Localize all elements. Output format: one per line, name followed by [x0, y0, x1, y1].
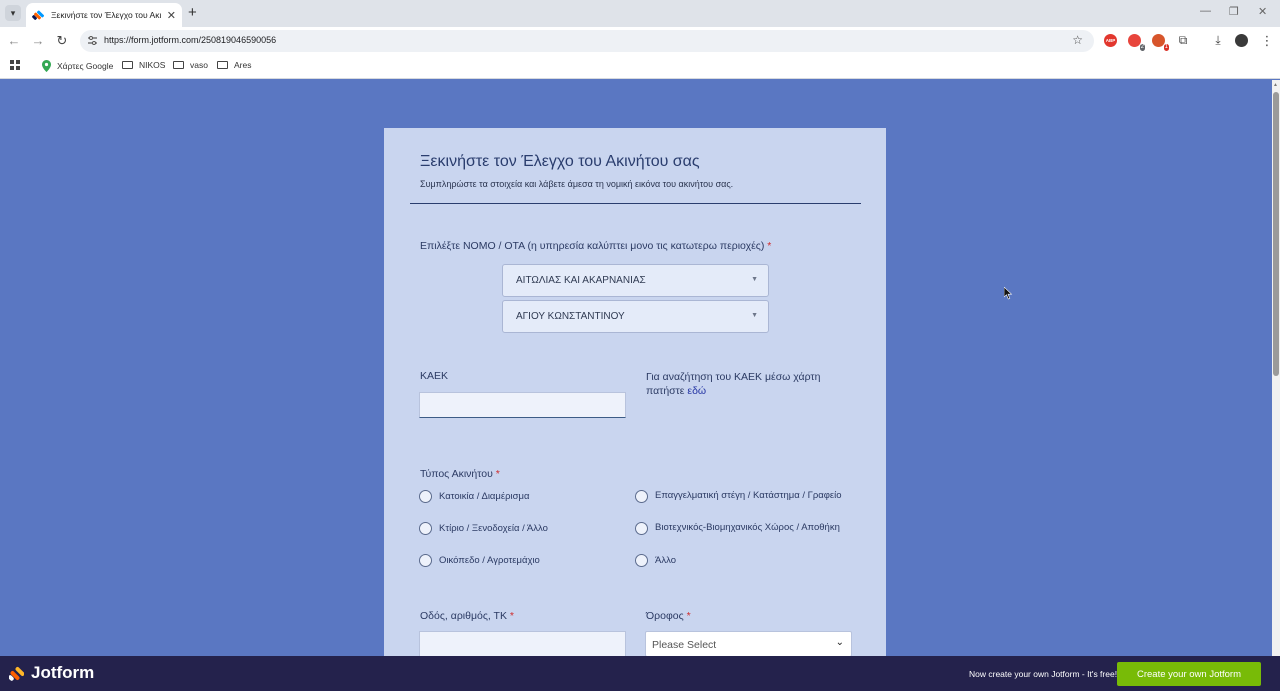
create-jotform-button[interactable]: Create your own Jotform [1117, 662, 1261, 686]
tab-close-icon[interactable]: ✕ [167, 9, 176, 22]
bookmark-folder-ares[interactable]: Ares [217, 60, 251, 70]
radio-label-plot: Οικόπεδο / Αγροτεμάχιο [439, 555, 540, 566]
tab-list-button[interactable]: ▾ [5, 5, 21, 21]
nomos-select-value: ΑΙΤΩΛΙΑΣ ΚΑΙ ΑΚΑΡΝΑΝΙΑΣ [516, 275, 646, 286]
jotform-favicon-icon [32, 10, 44, 20]
floor-select[interactable]: Please Select ⌄ [645, 631, 852, 657]
scroll-up-icon[interactable]: ▲ [1273, 82, 1278, 88]
region-label: Επιλέξτε ΝΟΜΟ / ΟΤΑ (η υπηρεσία καλύπτει… [420, 240, 771, 252]
bookmark-label: NIKOS [139, 60, 166, 70]
required-mark: * [495, 468, 500, 480]
kaek-help-label: Για αναζήτηση του ΚΑΕΚ μέσω χάρτη πατήστ… [646, 371, 821, 397]
maps-pin-icon [42, 60, 51, 72]
address-label: Οδός, αριθμός, ΤΚ * [420, 610, 514, 622]
required-mark: * [509, 610, 514, 622]
site-info-icon[interactable] [87, 35, 98, 46]
kaek-map-link[interactable]: εδώ [687, 385, 706, 397]
extension-icon[interactable]: 2 [1128, 34, 1145, 51]
ota-select[interactable]: ΑΓΙΟΥ ΚΩΝΣΤΑΝΤΙΝΟΥ ▼ [502, 300, 769, 333]
bookmark-label: Χάρτες Google [57, 61, 114, 71]
kaek-help-text: Για αναζήτηση του ΚΑΕΚ μέσω χάρτη πατήστ… [646, 370, 856, 398]
ota-select-value: ΑΓΙΟΥ ΚΩΝΣΤΑΝΤΙΝΟΥ [516, 311, 625, 322]
dropdown-arrow-icon: ▼ [751, 312, 758, 319]
kaek-label: ΚΑΕΚ [420, 370, 449, 382]
header-divider [410, 203, 861, 204]
tab-bar: ▾ Ξεκινήστε τον Έλεγχο του Ακινή ✕ + — ❐… [0, 0, 1280, 27]
bookmarks-bar: Χάρτες Google NIKOS vaso Ares [0, 55, 1280, 79]
radio-option-plot[interactable] [419, 554, 432, 567]
close-window-icon[interactable]: ✕ [1258, 5, 1267, 18]
scrollbar-thumb[interactable] [1273, 92, 1279, 376]
radio-option-residence[interactable] [419, 490, 432, 503]
bookmark-label: vaso [190, 60, 208, 70]
chevron-down-icon: ⌄ [835, 637, 844, 648]
menu-kebab-icon[interactable]: ⋮ [1259, 33, 1275, 49]
adblock-label: ABP [1105, 38, 1116, 43]
radio-option-building[interactable] [419, 522, 432, 535]
floor-label-text: Όροφος [646, 610, 684, 622]
forward-icon[interactable]: → [30, 33, 46, 48]
radio-label-other: Άλλο [655, 555, 676, 566]
dropdown-arrow-icon: ▼ [751, 276, 758, 283]
required-mark: * [767, 240, 772, 252]
region-label-text: Επιλέξτε ΝΟΜΟ / ΟΤΑ (η υπηρεσία καλύπτει… [420, 240, 765, 252]
kaek-input[interactable] [419, 392, 626, 418]
bookmark-maps[interactable]: Χάρτες Google [42, 60, 113, 72]
folder-icon [217, 61, 228, 69]
browser-toolbar: ← → ↻ https://form.jotform.com/250819046… [0, 27, 1280, 55]
required-mark: * [686, 610, 691, 622]
jotform-logo-text[interactable]: Jotform [31, 663, 94, 683]
jotform-promo-bar: Jotform Now create your own Jotform - It… [0, 656, 1280, 691]
new-tab-icon[interactable]: + [188, 4, 197, 21]
extension-icon[interactable]: 1 [1152, 34, 1169, 51]
bookmark-folder-vaso[interactable]: vaso [173, 60, 208, 70]
form-title: Ξεκινήστε τον Έλεγχο του Ακινήτου σας [420, 153, 700, 170]
radio-label-industrial: Βιοτεχνικός-Βιομηχανικός Χώρος / Αποθήκη [655, 522, 840, 533]
radio-option-other[interactable] [635, 554, 648, 567]
jotform-logo-icon[interactable] [9, 665, 24, 682]
jotform-promo-text: Now create your own Jotform - It's free! [969, 669, 1118, 679]
bookmark-label: Ares [234, 60, 252, 70]
apps-grid-icon[interactable] [10, 60, 21, 71]
radio-option-business[interactable] [635, 490, 648, 503]
folder-icon [173, 61, 184, 69]
radio-option-industrial[interactable] [635, 522, 648, 535]
tab-title: Ξεκινήστε τον Έλεγχο του Ακινή [51, 10, 161, 20]
minimize-icon[interactable]: — [1200, 5, 1211, 17]
form-subtitle: Συμπληρώστε τα στοιχεία και λάβετε άμεσα… [420, 179, 734, 189]
bookmark-folder-nikos[interactable]: NIKOS [122, 60, 165, 70]
extension-badge: 1 [1163, 44, 1169, 51]
extension-badge: 2 [1139, 44, 1145, 51]
address-bar[interactable]: https://form.jotform.com/250819046590056… [80, 30, 1094, 52]
adblock-extension-icon[interactable]: ABP [1104, 34, 1117, 47]
radio-label-business: Επαγγελματική στέγη / Κατάστημα / Γραφεί… [655, 490, 842, 501]
radio-label-building: Κτίριο / Ξενοδοχεία / Άλλο [439, 523, 548, 534]
download-icon[interactable]: ⤓ [1210, 33, 1226, 48]
extensions-puzzle-icon[interactable]: ⧉ [1175, 33, 1191, 48]
address-label-text: Οδός, αριθμός, ΤΚ [420, 610, 507, 622]
property-type-label: Τύπος Ακινήτου * [420, 468, 500, 480]
reload-icon[interactable]: ↻ [54, 33, 70, 49]
radio-label-residence: Κατοικία / Διαμέρισμα [439, 491, 530, 502]
url-text: https://form.jotform.com/250819046590056 [104, 35, 277, 45]
folder-icon [122, 61, 133, 69]
address-input[interactable] [419, 631, 626, 657]
floor-select-value: Please Select [652, 639, 717, 651]
active-tab[interactable]: Ξεκινήστε τον Έλεγχο του Ακινή ✕ [26, 3, 182, 27]
floor-label: Όροφος * [646, 610, 691, 622]
property-type-label-text: Τύπος Ακινήτου [420, 468, 493, 480]
profile-avatar[interactable] [1235, 34, 1248, 47]
nomos-select[interactable]: ΑΙΤΩΛΙΑΣ ΚΑΙ ΑΚΑΡΝΑΝΙΑΣ ▼ [502, 264, 769, 297]
restore-icon[interactable]: ❐ [1229, 5, 1239, 18]
bookmark-star-icon[interactable]: ☆ [1072, 33, 1083, 47]
back-icon[interactable]: ← [6, 33, 22, 48]
mouse-cursor-icon [1004, 287, 1013, 300]
